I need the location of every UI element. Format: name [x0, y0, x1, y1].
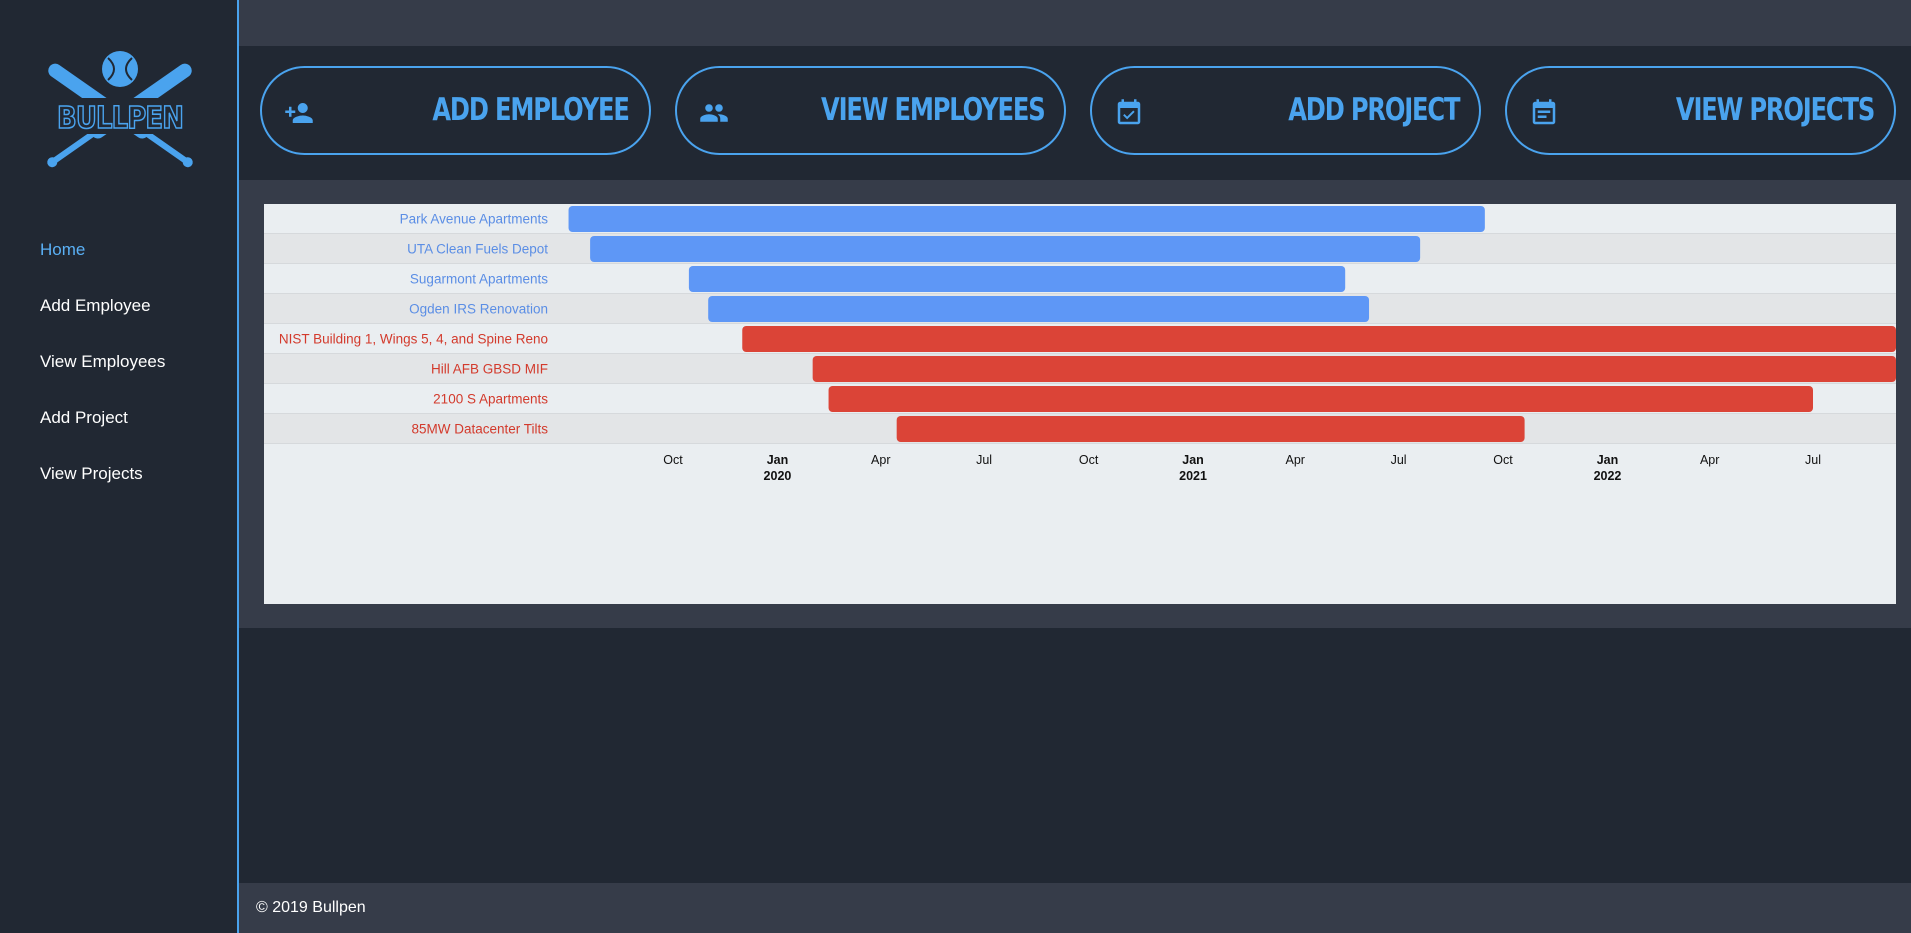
- calendar-list-icon: [1529, 98, 1559, 128]
- x-tick-label: Jan: [1597, 453, 1619, 467]
- x-tick-label: Jul: [1805, 453, 1821, 467]
- x-tick-label: Apr: [1286, 453, 1305, 467]
- person-add-icon: [284, 98, 314, 128]
- x-tick-label: Oct: [663, 453, 683, 467]
- action-bar: ADD EMPLOYEE VIEW EMPLOYEES ADD PROJECT …: [239, 46, 1911, 180]
- add-employee-label: ADD EMPLOYEE: [432, 92, 630, 128]
- view-projects-label: VIEW PROJECTS: [1675, 92, 1875, 128]
- timeline-bar: [742, 326, 1896, 352]
- project-timeline-chart: Park Avenue Apartments UTA Clean Fuels De…: [264, 204, 1896, 604]
- timeline-row-label: UTA Clean Fuels Depot: [407, 242, 548, 257]
- timeline-bar: [708, 296, 1370, 322]
- nav-item-add-employee[interactable]: Add Employee: [0, 284, 237, 340]
- nav-item-add-project[interactable]: Add Project: [0, 396, 237, 452]
- calendar-check-icon: [1114, 98, 1144, 128]
- footer: © 2019 Bullpen: [239, 883, 1911, 933]
- top-bar: [239, 0, 1911, 46]
- timeline-row-label: 2100 S Apartments: [433, 392, 548, 407]
- x-tick-label: Oct: [1079, 453, 1099, 467]
- timeline-bar: [812, 356, 1896, 382]
- timeline-row-label: 85MW Datacenter Tilts: [411, 422, 548, 437]
- bullpen-logo[interactable]: BULLPEN: [30, 48, 210, 184]
- view-projects-button[interactable]: VIEW PROJECTS: [1505, 66, 1896, 155]
- add-project-label: ADD PROJECT: [1287, 92, 1460, 128]
- sidebar-nav: Home Add Employee View Employees Add Pro…: [0, 228, 237, 508]
- x-tick-year-label: 2021: [1179, 469, 1207, 483]
- x-tick-label: Jul: [1391, 453, 1407, 467]
- x-tick-year-label: 2020: [764, 469, 792, 483]
- timeline-row-label: Sugarmont Apartments: [410, 272, 548, 287]
- timeline-row-label: NIST Building 1, Wings 5, 4, and Spine R…: [279, 332, 548, 347]
- timeline-bar: [688, 266, 1346, 292]
- timeline-row-label: Park Avenue Apartments: [400, 212, 549, 227]
- x-tick-label: Jan: [767, 453, 789, 467]
- timeline-bar: [568, 206, 1485, 232]
- copyright-text: © 2019 Bullpen: [256, 899, 366, 916]
- nav-item-home[interactable]: Home: [0, 228, 237, 284]
- add-project-button[interactable]: ADD PROJECT: [1090, 66, 1481, 155]
- view-employees-label: VIEW EMPLOYEES: [820, 92, 1046, 128]
- x-tick-label: Oct: [1493, 453, 1513, 467]
- view-employees-button[interactable]: VIEW EMPLOYEES: [675, 66, 1066, 155]
- timeline-bar: [896, 416, 1525, 442]
- x-tick-label: Jan: [1182, 453, 1204, 467]
- timeline-bar: [590, 236, 1421, 262]
- timeline-bar: [828, 386, 1813, 412]
- people-icon: [699, 98, 729, 128]
- nav-item-view-projects[interactable]: View Projects: [0, 452, 237, 508]
- timeline-row-label: Hill AFB GBSD MIF: [431, 362, 548, 377]
- add-employee-button[interactable]: ADD EMPLOYEE: [260, 66, 651, 155]
- sidebar: BULLPEN Home Add Employee View Employees…: [0, 0, 239, 933]
- x-tick-label: Apr: [871, 453, 890, 467]
- x-tick-year-label: 2022: [1594, 469, 1622, 483]
- nav-item-view-employees[interactable]: View Employees: [0, 340, 237, 396]
- x-tick-label: Jul: [976, 453, 992, 467]
- logo-text: BULLPEN: [57, 101, 183, 136]
- timeline-row-label: Ogden IRS Renovation: [409, 302, 548, 317]
- x-tick-label: Apr: [1700, 453, 1719, 467]
- timeline-svg: Park Avenue Apartments UTA Clean Fuels De…: [264, 204, 1896, 483]
